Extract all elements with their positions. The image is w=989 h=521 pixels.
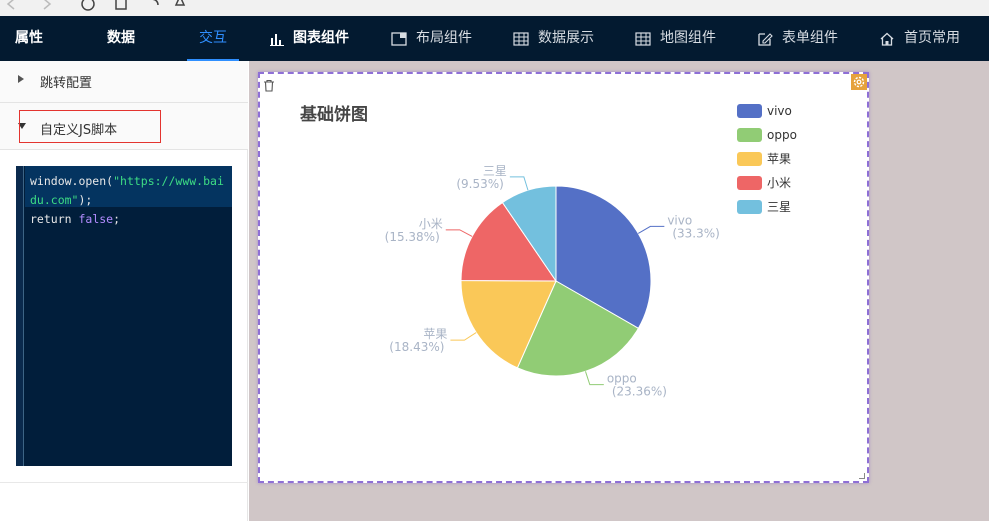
editor-gutter (16, 166, 24, 466)
pie-chart: vivo(33.3%)vivooppo(23.36%)oppo苹果(18.43%… (385, 104, 797, 399)
design-canvas: 基础饼图 vivo (33.3%) vivo oppo (23.36%) oppo 苹果 (1… (249, 61, 989, 521)
interaction-config-panel: 跳转配置 自定义JS脚本 window.open("https://www.ba… (0, 61, 248, 521)
pie-label-percent-1: (23.36%) (612, 385, 667, 399)
legend-swatch-4[interactable] (737, 200, 762, 214)
nav-label: 地图组件 (660, 30, 716, 46)
js-code-editor[interactable]: window.open("https://www.bai du.com"); r… (16, 166, 232, 466)
code-end: ); (78, 193, 93, 207)
nav-label: 表单组件 (782, 30, 838, 46)
jump-config-label: 跳转配置 (40, 76, 93, 91)
legend-label-3[interactable]: 小米 (767, 176, 791, 190)
pie-label-percent-2: (18.43%) (389, 340, 444, 354)
nav-home-common[interactable]: 首页常用 (879, 16, 960, 61)
nav-chart-components[interactable]: 图表组件 (270, 16, 349, 61)
jump-config-section[interactable]: 跳转配置 (0, 61, 248, 103)
table-icon (513, 31, 529, 46)
legend-label-2[interactable]: 苹果 (767, 152, 791, 166)
code-string-part2: du.com" (30, 193, 79, 207)
pie-label-percent-4: (9.53%) (456, 177, 503, 191)
browser-toolbar (0, 0, 989, 16)
legend-swatch-3[interactable] (737, 176, 762, 190)
nav-label: 图表组件 (293, 30, 349, 46)
pie-leader-line-1 (584, 371, 604, 386)
home-icon (880, 32, 894, 46)
browser-nav-icons (6, 0, 186, 11)
nav-map-components[interactable]: 地图组件 (635, 16, 716, 61)
pie-label-percent-3: (15.38%) (385, 230, 440, 244)
legend-label-0[interactable]: vivo (767, 104, 792, 118)
form-edit-icon (758, 32, 773, 46)
code-string-part1: "https://www.bai (113, 174, 224, 188)
highlight-box (19, 110, 161, 143)
code-value-false: false (78, 212, 114, 226)
tab-data[interactable]: 数据 (107, 16, 135, 61)
pie-leader-line-3 (445, 229, 473, 237)
nav-layout-components[interactable]: 布局组件 (391, 16, 472, 61)
pie-label-name-3: 小米 (419, 217, 443, 231)
legend-label-4[interactable]: 三星 (767, 200, 791, 214)
caret-right-icon (18, 75, 24, 83)
top-navigation-bar: 属性 数据 交互 图表组件 布局组件 数据展示 地图组件 表单组件 首页常用 (0, 16, 989, 61)
pie-label-name-1: oppo (607, 372, 637, 386)
pie-leader-line-0 (637, 225, 665, 234)
code-keyword-return: return (30, 212, 72, 226)
map-grid-icon (635, 31, 651, 46)
legend-swatch-1[interactable] (737, 128, 762, 142)
nav-form-components[interactable]: 表单组件 (757, 16, 838, 61)
nav-label: 首页常用 (904, 30, 960, 46)
legend-swatch-0[interactable] (737, 104, 762, 118)
legend-swatch-2[interactable] (737, 152, 762, 166)
code-semicolon: ; (113, 212, 121, 226)
legend-label-1[interactable]: oppo (767, 128, 797, 142)
pie-label-percent-0: (33.3%) (672, 226, 719, 240)
layout-icon (391, 31, 407, 46)
pie-leader-line-4 (509, 176, 529, 191)
bar-chart-icon (270, 33, 284, 46)
pie-label-name-0: vivo (667, 213, 692, 227)
pie-label-name-2: 苹果 (423, 327, 447, 341)
code-content[interactable]: window.open("https://www.bai du.com"); r… (30, 172, 230, 229)
pie-leader-line-2 (450, 332, 477, 341)
tab-properties[interactable]: 属性 (15, 16, 43, 61)
nav-label: 布局组件 (416, 30, 472, 46)
panel-divider (0, 482, 248, 483)
code-fn: window.open( (30, 174, 114, 188)
nav-data-display[interactable]: 数据展示 (513, 16, 594, 61)
selected-chart-component[interactable]: 基础饼图 vivo (33.3%) vivo oppo (23.36%) oppo 苹果 (1… (258, 72, 869, 483)
nav-label: 数据展示 (538, 30, 594, 46)
pie-label-name-4: 三星 (483, 164, 507, 178)
tab-interaction[interactable]: 交互 (187, 16, 239, 61)
